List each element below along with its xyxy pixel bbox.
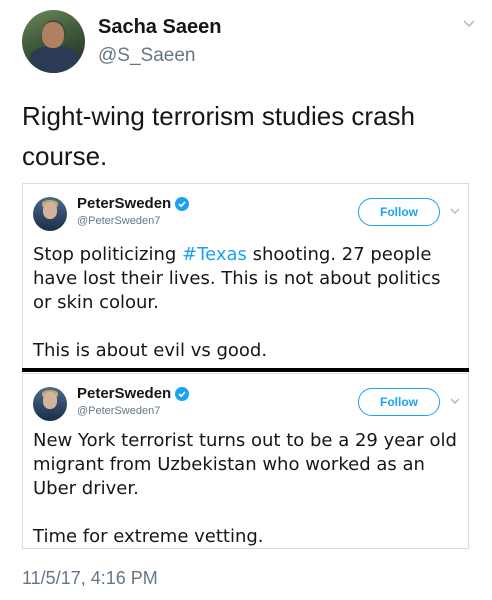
tweet-text: Right-wing terrorism studies crash cours… <box>22 96 462 176</box>
avatar-shirt <box>30 46 78 73</box>
author-name-text: PeterSweden <box>77 195 172 212</box>
tweet-header: Sacha Saeen @S_Saeen <box>22 10 477 74</box>
tweet-text: New York terrorist turns out to be a 29 … <box>33 430 457 499</box>
author-handle[interactable]: @S_Saeen <box>98 45 195 67</box>
avatar[interactable] <box>33 387 67 421</box>
avatar-face <box>42 22 64 48</box>
tweet-text: This is about evil vs good. <box>33 340 268 361</box>
verified-badge-icon <box>175 386 190 401</box>
hashtag-link[interactable]: #Texas <box>182 244 247 265</box>
author-name-text: PeterSweden <box>77 385 172 402</box>
author-name[interactable]: PeterSweden <box>77 195 190 212</box>
tweet-text-segment: Stop politicizing <box>33 244 183 265</box>
chevron-down-icon[interactable] <box>449 205 461 217</box>
divider <box>22 368 469 372</box>
author-name[interactable]: Sacha Saeen <box>98 16 221 39</box>
author-name[interactable]: PeterSweden <box>77 385 190 402</box>
embedded-tweet[interactable]: PeterSweden @PeterSweden7 Follow Stop po… <box>22 183 469 369</box>
chevron-down-icon[interactable] <box>461 16 477 32</box>
avatar[interactable] <box>33 197 67 231</box>
author-handle[interactable]: @PeterSweden7 <box>77 215 160 227</box>
chevron-down-icon[interactable] <box>449 395 461 407</box>
verified-badge-icon <box>175 196 190 211</box>
tweet-text-line: Right-wing terrorism studies crash <box>22 101 416 131</box>
avatar[interactable] <box>22 10 85 73</box>
avatar-face <box>43 202 57 219</box>
follow-button[interactable]: Follow <box>358 388 440 416</box>
follow-button[interactable]: Follow <box>358 198 440 226</box>
timestamp[interactable]: 11/5/17, 4:16 PM <box>22 568 158 589</box>
tweet-text: Time for extreme vetting. <box>33 526 264 547</box>
avatar-face <box>43 392 57 409</box>
embedded-tweet[interactable]: PeterSweden @PeterSweden7 Follow New Yor… <box>22 373 469 549</box>
tweet-text-line: course. <box>22 141 108 171</box>
tweet-text: Stop politicizing #Texas shooting. 27 pe… <box>33 243 463 315</box>
author-handle[interactable]: @PeterSweden7 <box>77 405 160 417</box>
